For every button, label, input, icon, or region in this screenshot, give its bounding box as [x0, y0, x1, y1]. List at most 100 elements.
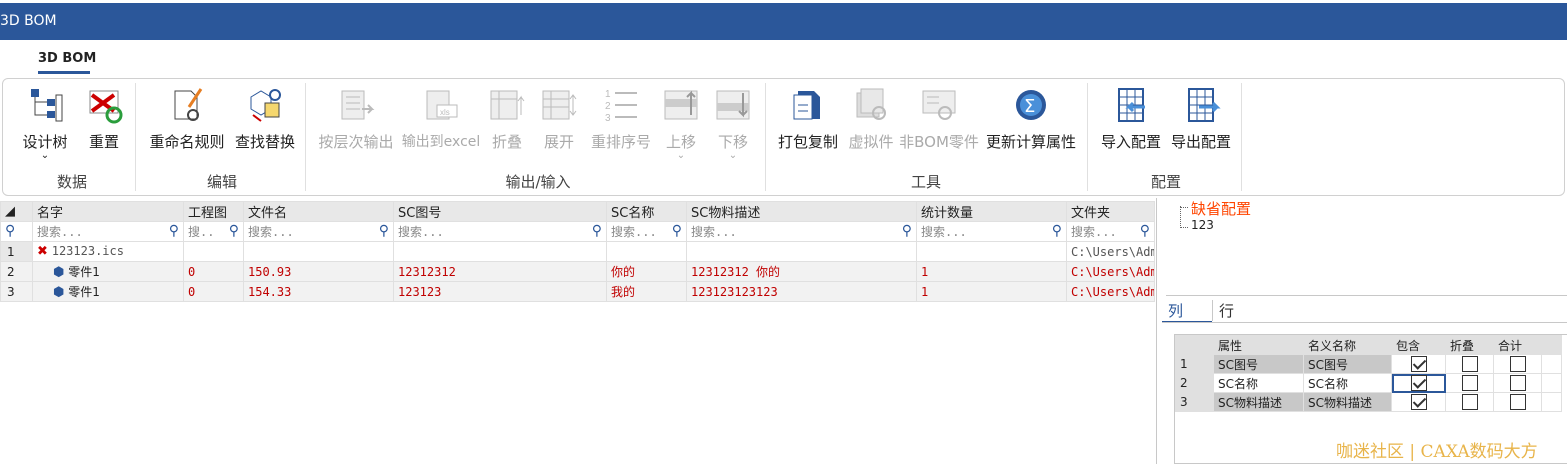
virtual-part-button[interactable]: 虚拟件 — [845, 85, 897, 152]
column-header[interactable]: 统计数量 — [916, 201, 1067, 222]
drawing-cell[interactable]: 0 — [183, 281, 244, 302]
sum-checkbox[interactable] — [1509, 394, 1526, 410]
sc-no-cell[interactable]: 12312312 — [393, 261, 607, 282]
sc-name-cell[interactable]: 你的 — [606, 261, 687, 282]
import-config-button[interactable]: 导入配置 — [1097, 85, 1165, 152]
search-input[interactable]: 搜索... ⚲ — [916, 221, 1067, 242]
rename-rule-button[interactable]: 重命名规则 — [145, 85, 229, 152]
name-cell[interactable]: ✖ 123123.ics — [32, 241, 184, 262]
sc-no-cell[interactable]: 123123 — [393, 281, 607, 302]
nominal-name-cell[interactable]: SC图号 — [1303, 354, 1392, 374]
table-row[interactable]: 3 SC物料描述 SC物料描述 — [1175, 392, 1562, 412]
tree-item-default-config[interactable]: 缺省配置 — [1191, 198, 1251, 219]
sc-no-cell[interactable] — [393, 241, 607, 262]
include-checkbox[interactable] — [1410, 356, 1427, 372]
table-row[interactable]: 1 ✖ 123123.ics C:\Users\Adm — [0, 241, 1155, 262]
sc-desc-cell[interactable]: 12312312 你的 — [686, 261, 917, 282]
qty-cell[interactable]: 1 — [916, 281, 1067, 302]
tab-columns[interactable]: 列 — [1162, 300, 1212, 323]
sum-checkbox-cell[interactable] — [1493, 373, 1542, 393]
column-header[interactable]: 属性 — [1213, 335, 1304, 355]
filename-cell[interactable]: 154.33 — [243, 281, 394, 302]
qty-cell[interactable] — [916, 241, 1067, 262]
fold-checkbox-cell[interactable] — [1445, 392, 1494, 412]
design-tree-button[interactable]: 设计树 ⌄ — [19, 85, 71, 161]
column-header[interactable]: 折叠 — [1445, 335, 1494, 355]
sc-desc-cell[interactable] — [686, 241, 917, 262]
column-header[interactable]: SC名称 — [606, 201, 687, 222]
sum-checkbox[interactable] — [1509, 375, 1526, 391]
filename-cell[interactable] — [243, 241, 394, 262]
filename-cell[interactable]: 150.93 — [243, 261, 394, 282]
sum-checkbox[interactable] — [1509, 356, 1526, 372]
include-checkbox[interactable] — [1410, 394, 1427, 410]
attr-cell[interactable]: SC物料描述 — [1213, 392, 1304, 412]
search-input[interactable]: 搜索... ⚲ — [243, 221, 394, 242]
include-checkbox-cell[interactable] — [1391, 354, 1446, 374]
search-input[interactable]: 搜.. ⚲ — [183, 221, 244, 242]
tab-3d-bom[interactable]: 3D BOM — [38, 51, 96, 74]
attr-cell[interactable]: SC名称 — [1213, 373, 1304, 393]
pack-copy-button[interactable]: 打包复制 — [775, 85, 841, 152]
attr-cell[interactable]: SC图号 — [1213, 354, 1304, 374]
non-bom-part-button[interactable]: 非BOM零件 — [899, 85, 979, 152]
export-config-button[interactable]: 导出配置 — [1167, 85, 1235, 152]
column-header[interactable]: SC物料描述 — [686, 201, 917, 222]
output-hierarchy-label: 按层次输出 — [318, 133, 394, 151]
find-replace-button[interactable]: 查找替换 — [231, 85, 299, 152]
table-row[interactable]: 2 SC名称 SC名称 — [1175, 373, 1562, 393]
fold-checkbox[interactable] — [1461, 356, 1478, 372]
table-row[interactable]: 1 SC图号 SC图号 — [1175, 354, 1562, 374]
column-header[interactable]: 工程图 — [183, 201, 244, 222]
collapse-button[interactable]: 折叠 — [487, 85, 527, 152]
move-up-button[interactable]: 上移 ⌄ — [661, 85, 701, 161]
name-cell[interactable]: ⬢ 零件1 — [32, 261, 184, 282]
column-header[interactable]: 名义名称 — [1303, 335, 1392, 355]
move-down-button[interactable]: 下移 ⌄ — [713, 85, 753, 161]
column-header[interactable]: 文件名 — [243, 201, 394, 222]
export-excel-button[interactable]: xls 输出到excel — [401, 85, 481, 151]
column-header[interactable]: 名字 — [32, 201, 184, 222]
sc-name-cell[interactable]: 我的 — [606, 281, 687, 302]
search-input[interactable]: 搜索... ⚲ — [393, 221, 607, 242]
sc-desc-cell[interactable]: 123123123123 — [686, 281, 917, 302]
fold-checkbox-cell[interactable] — [1445, 354, 1494, 374]
reset-button[interactable]: 重置 — [81, 85, 127, 152]
output-hierarchy-button[interactable]: 按层次输出 — [313, 85, 399, 152]
sum-checkbox-cell[interactable] — [1493, 392, 1542, 412]
nominal-name-cell[interactable]: SC名称 — [1303, 373, 1392, 393]
folder-cell[interactable]: C:\Users\Adm — [1066, 241, 1155, 262]
search-input[interactable]: 搜索... ⚲ — [606, 221, 687, 242]
search-input[interactable]: 搜索... ⚲ — [1066, 221, 1155, 242]
sc-name-cell[interactable] — [606, 241, 687, 262]
fold-checkbox-cell[interactable] — [1445, 373, 1494, 393]
panel-splitter[interactable] — [1156, 198, 1157, 464]
fold-checkbox[interactable] — [1461, 394, 1478, 410]
column-header[interactable]: 合计 — [1493, 335, 1542, 355]
nominal-name-cell[interactable]: SC物料描述 — [1303, 392, 1392, 412]
fold-checkbox[interactable] — [1461, 375, 1478, 391]
update-calc-attr-button[interactable]: Σ 更新计算属性 — [981, 85, 1081, 152]
column-header[interactable]: 文件夹 — [1066, 201, 1155, 222]
drawing-cell[interactable]: 0 — [183, 261, 244, 282]
qty-cell[interactable]: 1 — [916, 261, 1067, 282]
folder-cell[interactable]: C:\Users\Adm — [1066, 281, 1155, 302]
expand-button[interactable]: 展开 — [539, 85, 579, 152]
include-checkbox-cell[interactable] — [1391, 373, 1446, 393]
search-input[interactable]: 搜索... ⚲ — [686, 221, 917, 242]
drawing-cell[interactable] — [183, 241, 244, 262]
column-header[interactable]: SC图号 — [393, 201, 607, 222]
name-cell[interactable]: ⬢ 零件1 — [32, 281, 184, 302]
tab-rows[interactable]: 行 — [1212, 300, 1252, 321]
table-row[interactable]: 3 ⬢ 零件1 0 154.33 123123 我的 123123123123 … — [0, 281, 1155, 302]
search-input[interactable]: 搜索... ⚲ — [32, 221, 184, 242]
table-row[interactable]: 2 ⬢ 零件1 0 150.93 12312312 你的 12312312 你的… — [0, 261, 1155, 282]
include-checkbox[interactable] — [1410, 375, 1427, 391]
group-label-io: 输出/输入 — [505, 173, 571, 191]
include-checkbox-cell[interactable] — [1391, 392, 1446, 412]
folder-cell[interactable]: C:\Users\Adm — [1066, 261, 1155, 282]
tree-item-123[interactable]: 123 — [1191, 218, 1214, 232]
sum-checkbox-cell[interactable] — [1493, 354, 1542, 374]
column-header[interactable]: 包含 — [1391, 335, 1446, 355]
renumber-button[interactable]: 123 重排序号 — [587, 85, 655, 152]
